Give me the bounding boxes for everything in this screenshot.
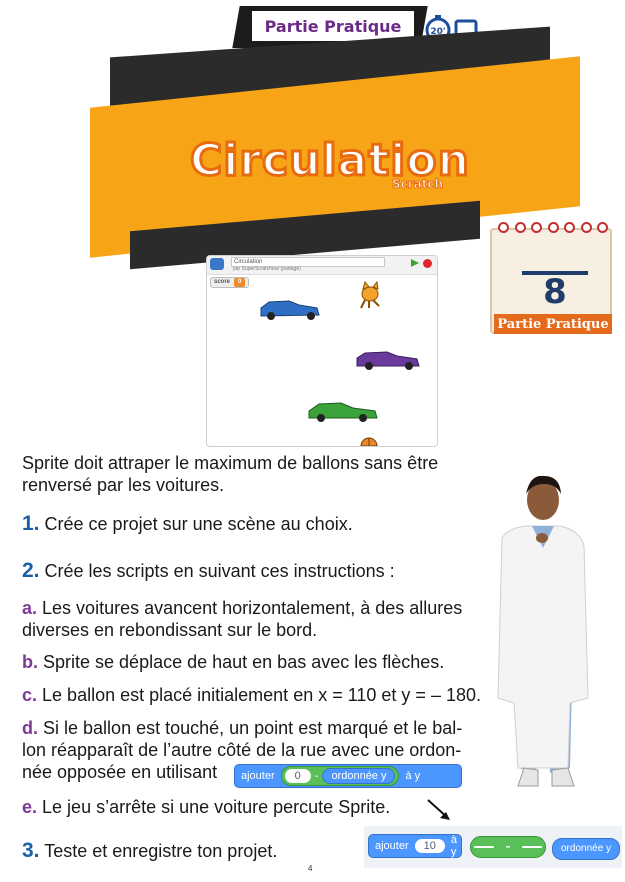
step-2-text: Crée les scripts en suivant ces instruct… — [44, 561, 395, 581]
block-zero-input: 0 — [284, 769, 311, 783]
operator-right-input — [521, 846, 542, 848]
item-a: a. Les voitures avancent horizontalement… — [22, 597, 487, 641]
scratch-subtract-operator[interactable]: - — [470, 836, 546, 858]
item-c-text: Le ballon est placé initialement en x = … — [42, 685, 481, 705]
operator-minus-sign: - — [505, 838, 511, 855]
step-2-number: 2. — [22, 559, 40, 582]
item-b-letter: b. — [22, 652, 38, 672]
block-y-position-reporter: ordonnée y — [322, 768, 396, 784]
purple-car-icon — [356, 351, 420, 370]
green-car-icon — [308, 402, 378, 422]
blue-car-icon — [260, 300, 320, 320]
page-number: 4 — [308, 864, 313, 873]
ball-icon — [360, 437, 378, 446]
item-a-letter: a. — [22, 598, 38, 618]
operator-left-input — [474, 846, 494, 848]
item-c: c. Le ballon est placé initialement en x… — [22, 684, 492, 706]
block-to-y-label-2: à y — [450, 834, 458, 858]
step-1-text: Crée ce projet sur une scène au choix. — [44, 514, 353, 534]
scratch-y-position-reporter[interactable]: ordonnée y — [552, 838, 621, 860]
item-a-text: Les voitures avancent horizontalement, à… — [22, 598, 463, 640]
step-1-number: 1. — [22, 512, 40, 535]
item-d-line-1: Si le ballon est touché, un point est ma… — [43, 718, 463, 738]
arrow-icon — [427, 799, 450, 820]
step-2: 2. Crée les scripts en suivant ces instr… — [22, 560, 492, 582]
block-add-label: ajouter — [241, 770, 275, 782]
scratch-block-add-to-y[interactable]: ajouter 0 - ordonnée y à y — [234, 764, 462, 788]
stage-sprites — [260, 280, 420, 446]
cat-sprite-icon — [360, 280, 380, 309]
scratch-block-add-10-to-y[interactable]: ajouter 10 à y — [368, 834, 462, 858]
block-add-label-2: ajouter — [375, 840, 409, 852]
item-c-letter: c. — [22, 685, 38, 705]
intro-text: Sprite doit attraper le maximum de ballo… — [22, 453, 439, 495]
page-subtitle: Scratch — [391, 177, 444, 192]
item-b-text: Sprite se déplace de haut en bas avec le… — [43, 652, 445, 672]
block-ten-input: 10 — [414, 839, 445, 853]
item-e-text: Le jeu s’arrête si une voiture percute S… — [42, 797, 391, 817]
step-1: 1. Crée ce projet sur une scène au choix… — [22, 513, 492, 535]
header-badge: Partie Pratique — [252, 11, 414, 41]
step-3-number: 3. — [22, 839, 40, 862]
step-3: 3. Teste et enregistre ton projet. — [22, 840, 362, 862]
block-to-y-label: à y — [405, 770, 421, 782]
calendar-label: Partie Pratique — [494, 314, 612, 334]
step-3-text: Teste et enregistre ton projet. — [44, 841, 278, 861]
block-subtract-operator[interactable]: 0 - ordonnée y — [280, 766, 400, 786]
item-b: b. Sprite se déplace de haut en bas avec… — [22, 651, 492, 673]
calendar-number: 8 — [543, 272, 567, 312]
scratch-stage: Circulation par SuperScratcheur (partagé… — [206, 255, 438, 447]
item-e-letter: e. — [22, 797, 38, 817]
calendar-rings — [498, 222, 608, 236]
item-d-line-2: lon réapparaît de l’autre côté de la rue… — [22, 740, 462, 760]
block-minus-sign: - — [314, 770, 319, 782]
teacher-illustration — [497, 475, 589, 787]
item-d-letter: d. — [22, 718, 38, 738]
item-e: e. Le jeu s’arrête si une voiture percut… — [22, 796, 422, 818]
